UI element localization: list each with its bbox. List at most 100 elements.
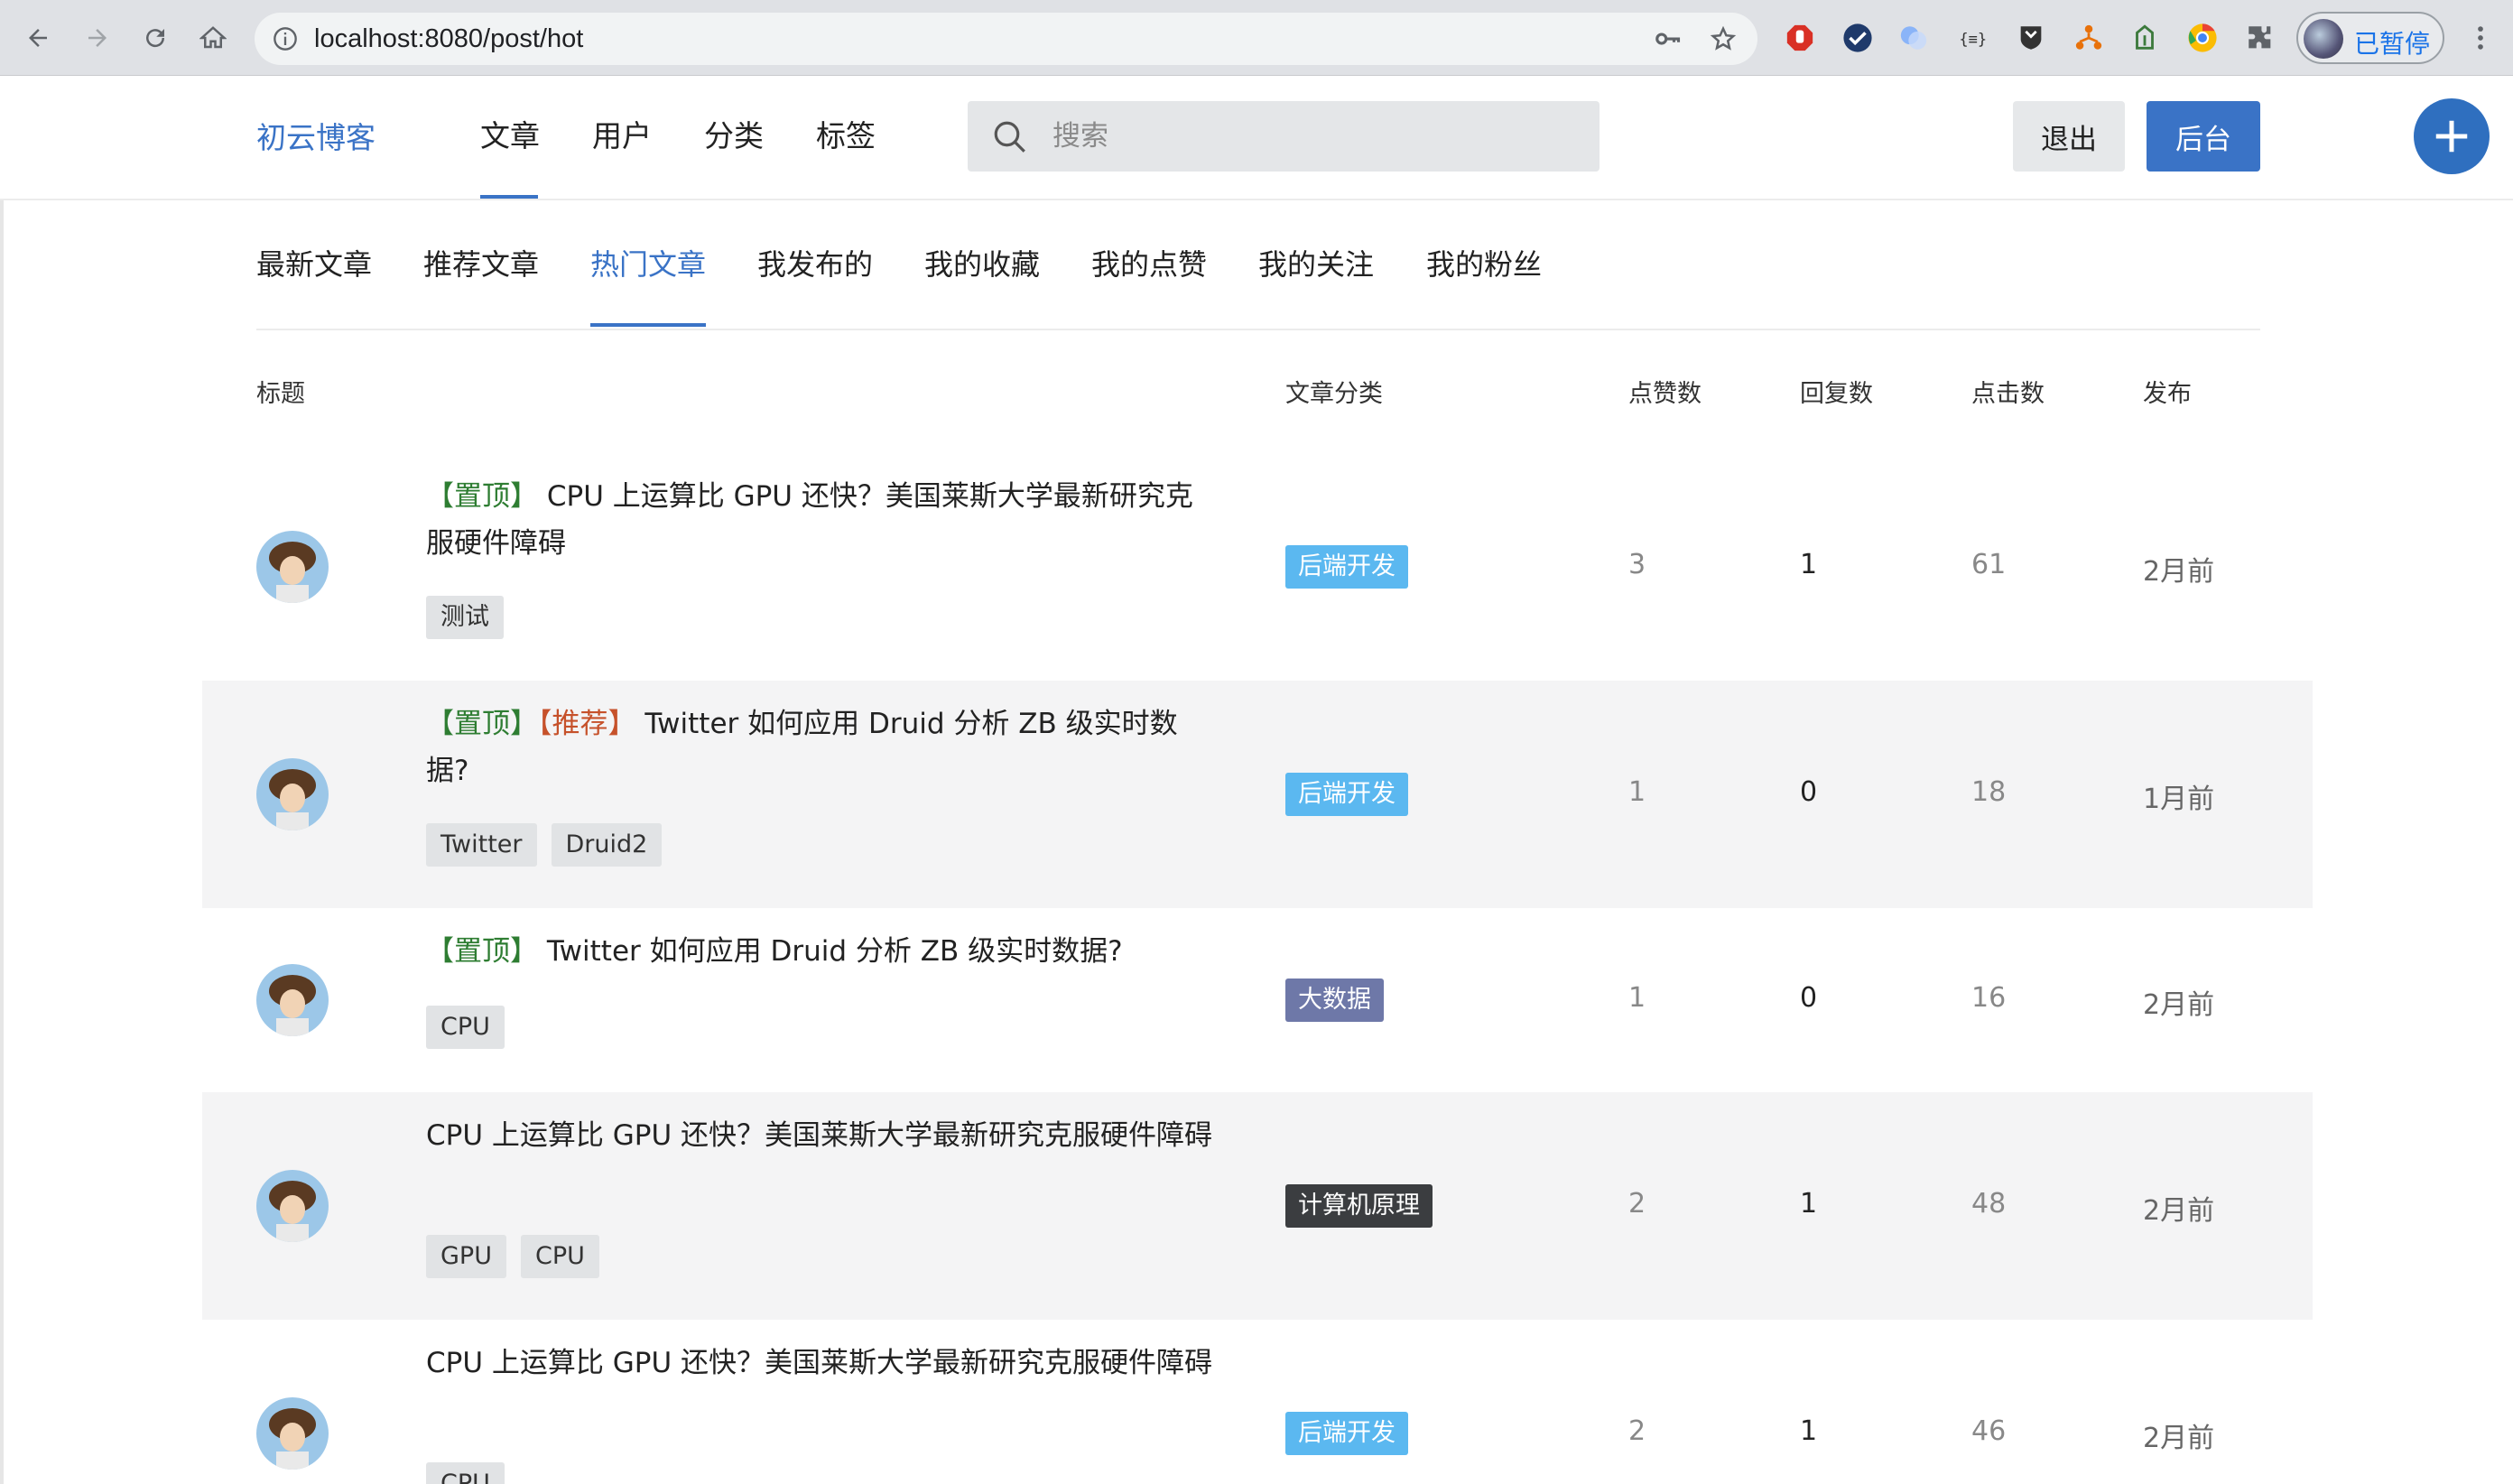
profile-status-label: 已暂停 [2354, 29, 2431, 59]
nav-active-indicator [480, 195, 538, 199]
post-title[interactable]: 【置顶】 Twitter 如何应用 Druid 分析 ZB 级实时数据? [426, 928, 1220, 975]
like-count: 1 [1628, 982, 1646, 1014]
create-post-button[interactable] [2414, 98, 2490, 174]
article-filter-tabs: 最新文章 推荐文章 热门文章 我发布的 我的收藏 我的点赞 我的关注 我的粉丝 [256, 200, 2260, 330]
post-title[interactable]: 【置顶】 CPU 上运算比 GPU 还快？美国莱斯大学最新研究克服硬件障碍 [426, 473, 1220, 567]
view-count: 61 [1971, 549, 2007, 580]
admin-button[interactable]: 后台 [2147, 101, 2260, 172]
tab-my-favorites[interactable]: 我的收藏 [924, 242, 1040, 283]
like-count: 2 [1628, 1415, 1646, 1447]
table-row[interactable]: CPU 上运算比 GPU 还快？美国莱斯大学最新研究克服硬件障碍 GPU CPU… [202, 1092, 2313, 1320]
category-badge[interactable]: 计算机原理 [1285, 1184, 1433, 1228]
json-extension-icon[interactable]: {≡} [1957, 22, 1989, 54]
post-tag[interactable]: 测试 [426, 596, 504, 639]
post-tag[interactable]: CPU [426, 1006, 505, 1049]
author-avatar[interactable] [256, 964, 329, 1036]
post-tags: 测试 [426, 596, 504, 639]
column-likes: 点赞数 [1628, 380, 1702, 408]
post-title[interactable]: CPU 上运算比 GPU 还快？美国莱斯大学最新研究克服硬件障碍 [426, 1112, 1220, 1159]
post-tags: Twitter Druid2 [426, 823, 663, 867]
post-tag[interactable]: GPU [426, 1235, 506, 1278]
search-box [968, 101, 1600, 172]
profile-button[interactable]: 已暂停 [2296, 12, 2444, 64]
reply-count: 1 [1800, 1415, 1818, 1447]
tab-my-fans[interactable]: 我的粉丝 [1426, 242, 1542, 283]
category-badge[interactable]: 后端开发 [1285, 773, 1408, 816]
tab-recommended[interactable]: 推荐文章 [423, 242, 539, 283]
post-title-text: CPU 上运算比 GPU 还快？美国莱斯大学最新研究克服硬件障碍 [426, 1347, 1212, 1379]
shield-extension-icon[interactable] [2015, 22, 2047, 54]
tab-my-posts[interactable]: 我发布的 [757, 242, 873, 283]
table-row[interactable]: CPU 上运算比 GPU 还快？美国莱斯大学最新研究克服硬件障碍 CPU 后端开… [202, 1320, 2313, 1484]
address-bar[interactable]: localhost:8080/post/hot [255, 13, 1757, 65]
category-badge[interactable]: 后端开发 [1285, 1412, 1408, 1455]
publish-time: 2月前 [2143, 556, 2215, 588]
extensions-puzzle-icon[interactable] [2244, 22, 2277, 54]
publish-time: 2月前 [2143, 989, 2215, 1021]
post-tags: CPU [426, 1006, 505, 1049]
author-avatar[interactable] [256, 1397, 329, 1470]
category-badge[interactable]: 大数据 [1285, 979, 1384, 1022]
nav-categories[interactable]: 分类 [704, 112, 764, 155]
publish-time: 1月前 [2143, 784, 2215, 815]
bookmark-star-icon[interactable] [1708, 23, 1739, 54]
post-tag[interactable]: CPU [520, 1235, 599, 1278]
nav-tags[interactable]: 标签 [816, 112, 876, 155]
tab-my-likes[interactable]: 我的点赞 [1091, 242, 1207, 283]
reload-icon[interactable] [135, 18, 175, 58]
tab-hot[interactable]: 热门文章 [590, 242, 706, 283]
publish-time: 2月前 [2143, 1423, 2215, 1454]
table-header: 标题 文章分类 点赞数 回复数 点击数 发布 [0, 330, 2513, 453]
table-row[interactable]: 【置顶】 CPU 上运算比 GPU 还快？美国莱斯大学最新研究克服硬件障碍 测试… [202, 453, 2313, 681]
logout-button[interactable]: 退出 [2013, 101, 2125, 172]
adblock-extension-icon[interactable] [1784, 22, 1816, 54]
chrome-extension-icon[interactable] [2186, 22, 2219, 54]
tab-latest[interactable]: 最新文章 [256, 242, 372, 283]
site-header: 初云博客 文章 用户 分类 标签 退出 后台 [0, 76, 2513, 200]
author-avatar[interactable] [256, 531, 329, 603]
browser-menu-icon[interactable] [2464, 22, 2497, 54]
table-row[interactable]: 【置顶】 Twitter 如何应用 Druid 分析 ZB 级实时数据? CPU… [202, 908, 2313, 1092]
pinned-label: 【置顶】 [426, 708, 538, 740]
search-input[interactable] [1052, 114, 1558, 159]
author-avatar[interactable] [256, 758, 329, 830]
profile-avatar [2304, 19, 2343, 59]
search-icon [991, 118, 1029, 160]
reply-count: 1 [1800, 549, 1818, 580]
table-row[interactable]: 【置顶】【推荐】 Twitter 如何应用 Druid 分析 ZB 级实时数据?… [202, 681, 2313, 908]
reply-count: 0 [1800, 776, 1818, 808]
author-avatar[interactable] [256, 1170, 329, 1242]
checkmark-extension-icon[interactable] [1841, 22, 1874, 54]
home-icon[interactable] [193, 18, 233, 58]
leaf-extension-icon[interactable] [2128, 22, 2161, 54]
category-badge[interactable]: 后端开发 [1285, 545, 1408, 589]
site-info-icon[interactable] [273, 26, 298, 55]
nav-articles[interactable]: 文章 [480, 112, 540, 155]
forward-icon[interactable] [78, 18, 117, 58]
post-title[interactable]: 【置顶】【推荐】 Twitter 如何应用 Druid 分析 ZB 级实时数据? [426, 700, 1220, 794]
like-count: 2 [1628, 1188, 1646, 1220]
post-tag[interactable]: Twitter [426, 823, 537, 867]
nav-users[interactable]: 用户 [592, 112, 652, 155]
post-tag[interactable]: CPU [426, 1462, 505, 1484]
post-title-text: CPU 上运算比 GPU 还快？美国莱斯大学最新研究克服硬件障碍 [426, 1119, 1212, 1152]
translate-extension-icon[interactable] [1897, 22, 1930, 54]
url-text: localhost:8080/post/hot [314, 24, 584, 53]
tab-my-following[interactable]: 我的关注 [1258, 242, 1374, 283]
publish-time: 2月前 [2143, 1195, 2215, 1227]
post-title-text: CPU 上运算比 GPU 还快？美国莱斯大学最新研究克服硬件障碍 [426, 480, 1193, 560]
tab-active-indicator [590, 323, 706, 327]
network-extension-icon[interactable] [2073, 22, 2105, 54]
column-views: 点击数 [1971, 380, 2045, 408]
post-tag[interactable]: Druid2 [551, 823, 663, 867]
site-logo[interactable]: 初云博客 [256, 114, 376, 157]
post-tags: GPU CPU [426, 1235, 599, 1278]
post-title[interactable]: CPU 上运算比 GPU 还快？美国莱斯大学最新研究克服硬件障碍 [426, 1340, 1220, 1387]
column-replies: 回复数 [1800, 380, 1873, 408]
pinned-label: 【置顶】 [426, 480, 538, 513]
recommended-label: 【推荐】 [538, 708, 636, 740]
key-icon[interactable] [1652, 23, 1683, 54]
like-count: 1 [1628, 776, 1646, 808]
back-icon[interactable] [18, 18, 58, 58]
post-tags: CPU [426, 1462, 505, 1484]
